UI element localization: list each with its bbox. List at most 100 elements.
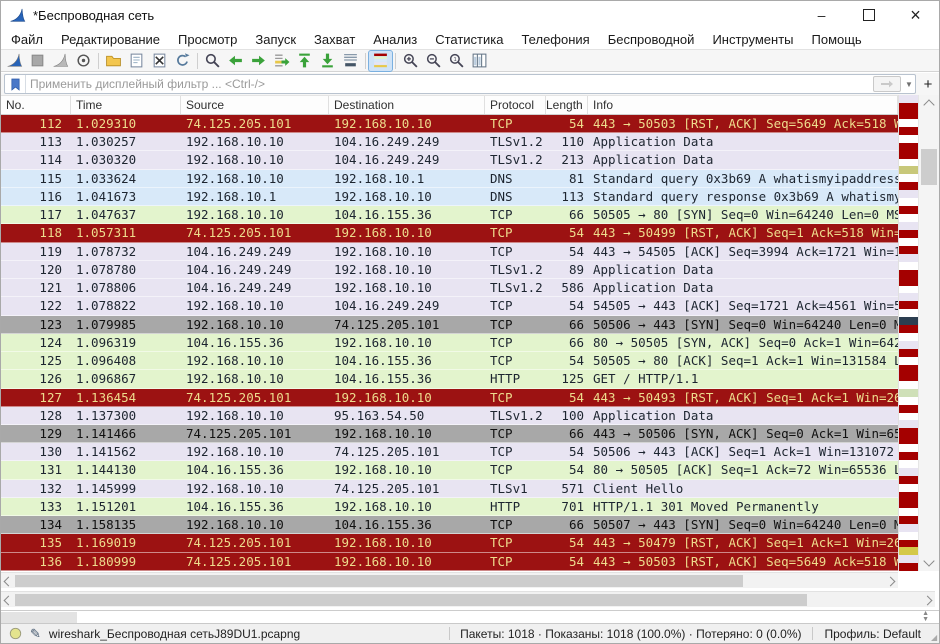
reload-file-icon[interactable] bbox=[171, 51, 194, 71]
find-packet-icon[interactable] bbox=[201, 51, 224, 71]
menu-item-беспроводной[interactable]: Беспроводной bbox=[599, 32, 704, 47]
menu-item-редактирование[interactable]: Редактирование bbox=[52, 32, 169, 47]
menu-item-анализ[interactable]: Анализ bbox=[364, 32, 426, 47]
menu-item-телефония[interactable]: Телефония bbox=[512, 32, 598, 47]
zoom-out-icon[interactable] bbox=[422, 51, 445, 71]
cell-info: 443 → 50493 [RST, ACK] Seq=1 Ack=1 Win=2… bbox=[588, 389, 898, 406]
table-row[interactable]: 1351.16901974.125.205.101192.168.10.10TC… bbox=[1, 534, 898, 552]
pane-handle[interactable] bbox=[1, 612, 77, 623]
zoom-reset-icon[interactable]: 1 bbox=[445, 51, 468, 71]
scroll-down-icon[interactable] bbox=[923, 555, 934, 566]
go-bottom-icon[interactable] bbox=[316, 51, 339, 71]
table-row[interactable]: 1341.158135192.168.10.10104.16.155.36TCP… bbox=[1, 516, 898, 534]
capture-options-icon[interactable] bbox=[72, 51, 95, 71]
restart-capture-icon[interactable] bbox=[49, 51, 72, 71]
maximize-button[interactable] bbox=[845, 1, 892, 29]
table-row[interactable]: 1201.078780104.16.249.249192.168.10.10TL… bbox=[1, 261, 898, 279]
column-header-length[interactable]: Length bbox=[546, 96, 588, 114]
filter-dropdown-caret[interactable]: ▼ bbox=[903, 80, 915, 89]
minimize-button[interactable]: – bbox=[798, 1, 845, 29]
close-file-icon[interactable] bbox=[148, 51, 171, 71]
scroll-up-icon[interactable] bbox=[923, 99, 934, 110]
table-row[interactable]: 1261.096867192.168.10.10104.16.155.36HTT… bbox=[1, 370, 898, 388]
start-capture-icon[interactable] bbox=[3, 51, 26, 71]
save-file-icon[interactable] bbox=[125, 51, 148, 71]
minimap-stripe bbox=[899, 174, 918, 182]
apply-filter-button[interactable] bbox=[873, 76, 901, 92]
zoom-in-icon[interactable] bbox=[399, 51, 422, 71]
colorize-icon[interactable] bbox=[369, 51, 392, 71]
cell-no: 120 bbox=[1, 261, 71, 278]
column-header-no[interactable]: No. bbox=[1, 96, 71, 114]
stop-capture-icon[interactable] bbox=[26, 51, 49, 71]
expert-info-icon[interactable] bbox=[9, 627, 22, 640]
horizontal-scrollbar-lower[interactable] bbox=[1, 591, 935, 607]
table-row[interactable]: 1131.030257192.168.10.10104.16.249.249TL… bbox=[1, 133, 898, 151]
table-row[interactable]: 1191.078732104.16.249.249192.168.10.10TC… bbox=[1, 243, 898, 261]
menu-item-файл[interactable]: Файл bbox=[1, 32, 52, 47]
column-header-destination[interactable]: Destination bbox=[329, 96, 485, 114]
table-row[interactable]: 1161.041673192.168.10.1192.168.10.10DNS1… bbox=[1, 188, 898, 206]
go-back-icon[interactable] bbox=[224, 51, 247, 71]
capture-comment-icon[interactable]: ✎ bbox=[30, 626, 41, 642]
autoscroll-icon[interactable] bbox=[339, 51, 362, 71]
column-header-protocol[interactable]: Protocol bbox=[485, 96, 546, 114]
table-row[interactable]: 1291.14146674.125.205.101192.168.10.10TC… bbox=[1, 425, 898, 443]
packet-minimap[interactable] bbox=[898, 95, 918, 571]
close-button[interactable]: × bbox=[892, 1, 939, 29]
menu-item-просмотр[interactable]: Просмотр bbox=[169, 32, 246, 47]
vertical-scrollbar[interactable] bbox=[918, 95, 939, 571]
vertical-scroll-thumb[interactable] bbox=[921, 149, 937, 185]
bookmark-icon[interactable] bbox=[5, 75, 26, 93]
cell-time: 1.078806 bbox=[71, 279, 181, 296]
table-row[interactable]: 1251.096408192.168.10.10104.16.155.36TCP… bbox=[1, 352, 898, 370]
scroll-right-icon[interactable] bbox=[886, 577, 896, 587]
table-row[interactable]: 1311.144130104.16.155.36192.168.10.10TCP… bbox=[1, 461, 898, 479]
profile-label[interactable]: Профиль: Default bbox=[813, 627, 932, 641]
scroll-left-icon[interactable] bbox=[4, 577, 14, 587]
column-header-source[interactable]: Source bbox=[181, 96, 329, 114]
horizontal-scroll-thumb[interactable] bbox=[15, 575, 743, 587]
cell-no: 129 bbox=[1, 425, 71, 442]
go-forward-icon[interactable] bbox=[247, 51, 270, 71]
table-row[interactable]: 1231.079985192.168.10.1074.125.205.101TC… bbox=[1, 316, 898, 334]
display-filter-input[interactable] bbox=[26, 77, 873, 91]
table-row[interactable]: 1141.030320192.168.10.10104.16.249.249TL… bbox=[1, 151, 898, 169]
menu-item-статистика[interactable]: Статистика bbox=[426, 32, 512, 47]
horizontal-scroll-thumb[interactable] bbox=[15, 594, 807, 606]
horizontal-scrollbar-list[interactable] bbox=[1, 572, 898, 588]
scroll-right-icon[interactable] bbox=[923, 596, 933, 606]
table-row[interactable]: 1241.096319104.16.155.36192.168.10.10TCP… bbox=[1, 334, 898, 352]
resize-columns-icon[interactable] bbox=[468, 51, 491, 71]
go-to-packet-icon[interactable] bbox=[270, 51, 293, 71]
table-row[interactable]: 1361.18099974.125.205.101192.168.10.10TC… bbox=[1, 553, 898, 571]
pane-spinner[interactable]: ▲▼ bbox=[922, 611, 929, 623]
table-row[interactable]: 1301.141562192.168.10.1074.125.205.101TC… bbox=[1, 443, 898, 461]
table-row[interactable]: 1171.047637192.168.10.10104.16.155.36TCP… bbox=[1, 206, 898, 224]
table-row[interactable]: 1211.078806104.16.249.249192.168.10.10TL… bbox=[1, 279, 898, 297]
go-top-icon[interactable] bbox=[293, 51, 316, 71]
menu-item-захват[interactable]: Захват bbox=[305, 32, 364, 47]
open-file-icon[interactable] bbox=[102, 51, 125, 71]
table-row[interactable]: 1121.02931074.125.205.101192.168.10.10TC… bbox=[1, 115, 898, 133]
resize-grip[interactable]: ◢ bbox=[931, 623, 939, 644]
table-row[interactable]: 1271.13645474.125.205.101192.168.10.10TC… bbox=[1, 389, 898, 407]
table-row[interactable]: 1321.145999192.168.10.1074.125.205.101TL… bbox=[1, 480, 898, 498]
table-row[interactable]: 1331.151201104.16.155.36192.168.10.10HTT… bbox=[1, 498, 898, 516]
scroll-left-icon[interactable] bbox=[4, 596, 14, 606]
toolbar-separator bbox=[197, 53, 198, 69]
table-row[interactable]: 1221.078822192.168.10.10104.16.249.249TC… bbox=[1, 297, 898, 315]
minimap-stripe bbox=[899, 301, 918, 309]
cell-src: 74.125.205.101 bbox=[181, 115, 329, 132]
column-header-time[interactable]: Time bbox=[71, 96, 181, 114]
minimap-stripe bbox=[899, 135, 918, 143]
menu-item-запуск[interactable]: Запуск bbox=[246, 32, 305, 47]
table-row[interactable]: 1151.033624192.168.10.10192.168.10.1DNS8… bbox=[1, 170, 898, 188]
menu-item-помощь[interactable]: Помощь bbox=[803, 32, 871, 47]
column-header-info[interactable]: Info bbox=[588, 96, 898, 114]
add-filter-button[interactable]: + bbox=[920, 75, 936, 93]
cell-len: 213 bbox=[546, 151, 588, 168]
table-row[interactable]: 1281.137300192.168.10.1095.163.54.50TLSv… bbox=[1, 407, 898, 425]
table-row[interactable]: 1181.05731174.125.205.101192.168.10.10TC… bbox=[1, 224, 898, 242]
menu-item-инструменты[interactable]: Инструменты bbox=[703, 32, 802, 47]
